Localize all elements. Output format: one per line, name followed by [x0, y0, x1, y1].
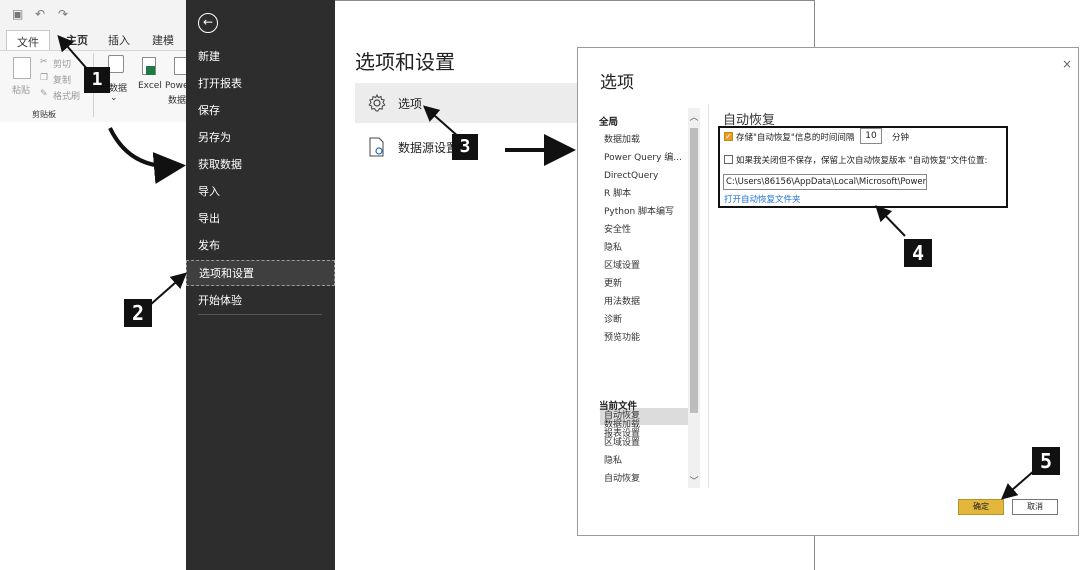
arrow-to-options-settings	[149, 272, 187, 306]
step-badge-5: 5	[1032, 447, 1060, 475]
step-badge-1: 1	[84, 67, 110, 93]
step-badge-3: 3	[452, 134, 478, 160]
step-badge-4: 4	[904, 239, 932, 267]
step-badge-2: 2	[124, 299, 152, 327]
arrow-to-auto-recovery-box	[875, 205, 906, 237]
annotation-arrows	[57, 34, 1036, 500]
arrow-to-ok-button	[1000, 469, 1036, 500]
curved-arrow-to-get-data	[108, 127, 186, 184]
